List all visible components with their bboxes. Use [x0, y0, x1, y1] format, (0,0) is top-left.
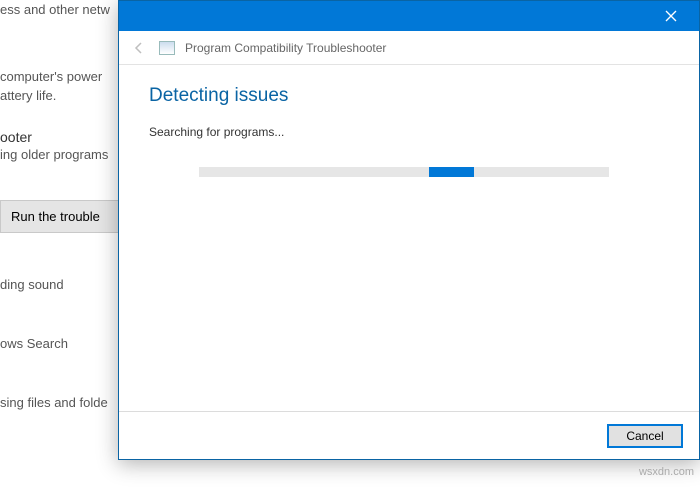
cancel-button[interactable]: Cancel — [607, 424, 683, 448]
dialog-content: Detecting issues Searching for programs.… — [119, 65, 699, 411]
dialog-header-title: Program Compatibility Troubleshooter — [185, 41, 386, 55]
app-icon — [159, 41, 175, 55]
progress-bar — [199, 167, 609, 177]
titlebar — [119, 1, 699, 31]
close-icon[interactable] — [651, 2, 691, 30]
dialog-subtitle: Searching for programs... — [149, 125, 669, 139]
progress-chunk — [429, 167, 474, 177]
button-bar: Cancel — [119, 411, 699, 459]
dialog-title: Detecting issues — [149, 85, 669, 107]
watermark: wsxdn.com — [639, 466, 694, 478]
troubleshooter-dialog: Program Compatibility Troubleshooter Det… — [118, 0, 700, 460]
header-bar: Program Compatibility Troubleshooter — [119, 31, 699, 65]
back-arrow-icon[interactable] — [129, 38, 149, 58]
